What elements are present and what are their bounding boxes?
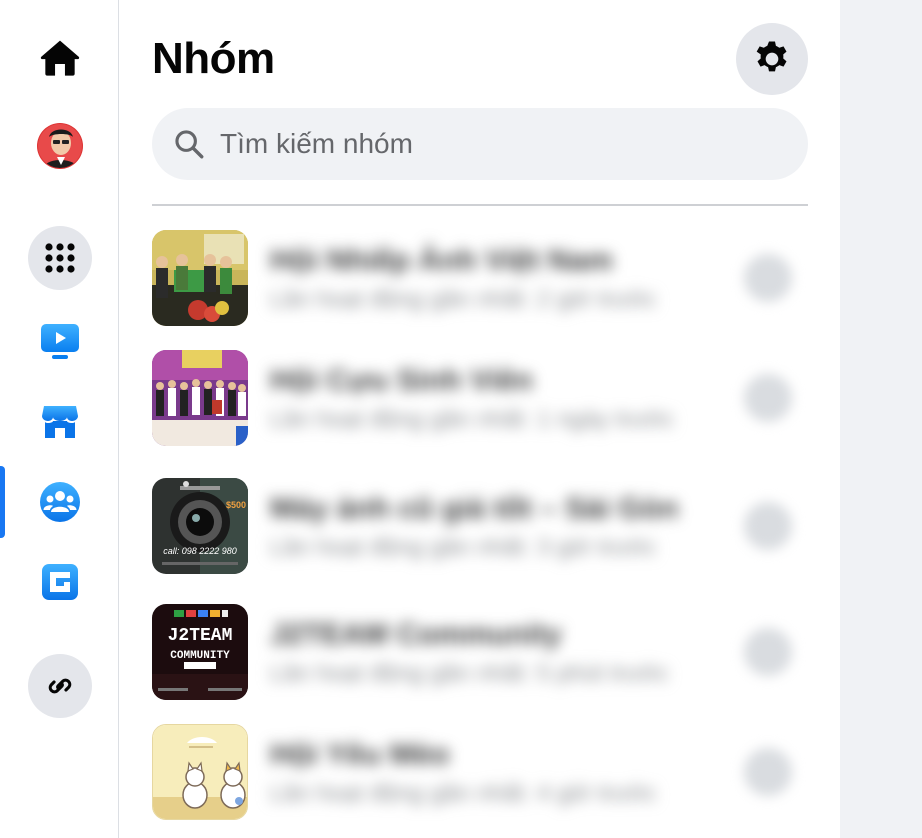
- search-icon: [175, 130, 204, 159]
- group-item[interactable]: J2TEAM COMMUNITY J2TEAM Community Lần ho…: [152, 604, 832, 700]
- group-thumbnail: [152, 230, 248, 326]
- group-item[interactable]: Hội Cựu Sinh Viên Lần hoạt động gần nhất…: [152, 350, 832, 446]
- home-icon: [40, 40, 79, 76]
- divider: [152, 204, 808, 206]
- group-meta: Lần hoạt động gần nhất: 2 giờ trước: [270, 286, 657, 313]
- group-name: J2TEAM Community: [270, 618, 562, 651]
- group-thumbnail: $500 call: 098 2222 980: [152, 478, 248, 574]
- group-item[interactable]: Hội Yêu Mèo Lần hoạt động gần nhất: 4 gi…: [152, 724, 832, 820]
- content-area-background: [840, 0, 922, 838]
- svg-text:COMMUNITY: COMMUNITY: [170, 650, 230, 662]
- profile-button[interactable]: [0, 110, 119, 182]
- gaming-button[interactable]: [0, 546, 119, 618]
- more-options-button[interactable]: [744, 502, 792, 550]
- menu-button[interactable]: [0, 222, 119, 294]
- video-play-icon: [40, 324, 79, 359]
- group-name: Máy ảnh cũ giá tốt – Sài Gòn: [270, 492, 679, 525]
- group-info: Hội Yêu Mèo Lần hoạt động gần nhất: 4 gi…: [270, 738, 730, 808]
- avatar: [36, 123, 83, 169]
- page-title: Nhóm: [152, 34, 275, 83]
- group-thumbnail: J2TEAM COMMUNITY: [152, 604, 248, 700]
- group-item[interactable]: Hội Nhiếp Ảnh Việt Nam Lần hoạt động gần…: [152, 230, 832, 326]
- home-button[interactable]: [0, 22, 119, 94]
- svg-text:$500: $500: [226, 500, 246, 510]
- more-options-button[interactable]: [744, 748, 792, 796]
- group-info: Hội Cựu Sinh Viên Lần hoạt động gần nhất…: [270, 364, 730, 434]
- more-options-button[interactable]: [744, 254, 792, 302]
- group-item[interactable]: $500 call: 098 2222 980 Máy ảnh cũ giá t…: [152, 478, 832, 574]
- left-navigation-rail: [0, 0, 119, 838]
- store-icon: [41, 406, 78, 438]
- thumbnail-phone-text: call: 098 2222 980: [163, 546, 237, 556]
- settings-button[interactable]: [736, 23, 808, 95]
- group-name: Hội Cựu Sinh Viên: [270, 364, 533, 397]
- link-button[interactable]: [0, 650, 119, 722]
- group-meta: Lần hoạt động gần nhất: 1 ngày trước: [270, 406, 675, 433]
- groups-panel: Nhóm Tìm kiếm nhóm Hội Nhiếp Ảnh Việt Na…: [120, 0, 840, 838]
- menu-circle: [27, 226, 92, 290]
- group-name: Hội Nhiếp Ảnh Việt Nam: [270, 244, 613, 277]
- group-meta: Lần hoạt động gần nhất: 5 phút trước: [270, 660, 669, 687]
- search-bar[interactable]: [152, 108, 808, 180]
- link-icon: [48, 678, 71, 694]
- group-thumbnail: [152, 724, 248, 820]
- more-options-button[interactable]: [744, 374, 792, 422]
- more-options-button[interactable]: [744, 628, 792, 676]
- marketplace-button[interactable]: [0, 386, 119, 458]
- group-meta: Lần hoạt động gần nhất: 4 giờ trước: [270, 780, 657, 807]
- groups-button[interactable]: [0, 466, 119, 538]
- group-info: Máy ảnh cũ giá tốt – Sài Gòn Lần hoạt độ…: [270, 492, 730, 562]
- people-group-icon: [39, 482, 80, 522]
- group-meta: Lần hoạt động gần nhất: 3 giờ trước: [270, 534, 657, 561]
- watch-button[interactable]: [0, 306, 119, 378]
- search-input[interactable]: [220, 128, 780, 160]
- group-info: J2TEAM Community Lần hoạt động gần nhất:…: [270, 618, 730, 688]
- grid-menu-icon: [44, 243, 75, 273]
- gear-icon: [756, 41, 787, 72]
- group-thumbnail: [152, 350, 248, 446]
- link-circle: [27, 654, 92, 718]
- group-name: Hội Yêu Mèo: [270, 738, 450, 771]
- group-info: Hội Nhiếp Ảnh Việt Nam Lần hoạt động gần…: [270, 244, 730, 314]
- gaming-icon: [41, 564, 78, 600]
- svg-text:J2TEAM: J2TEAM: [168, 626, 233, 646]
